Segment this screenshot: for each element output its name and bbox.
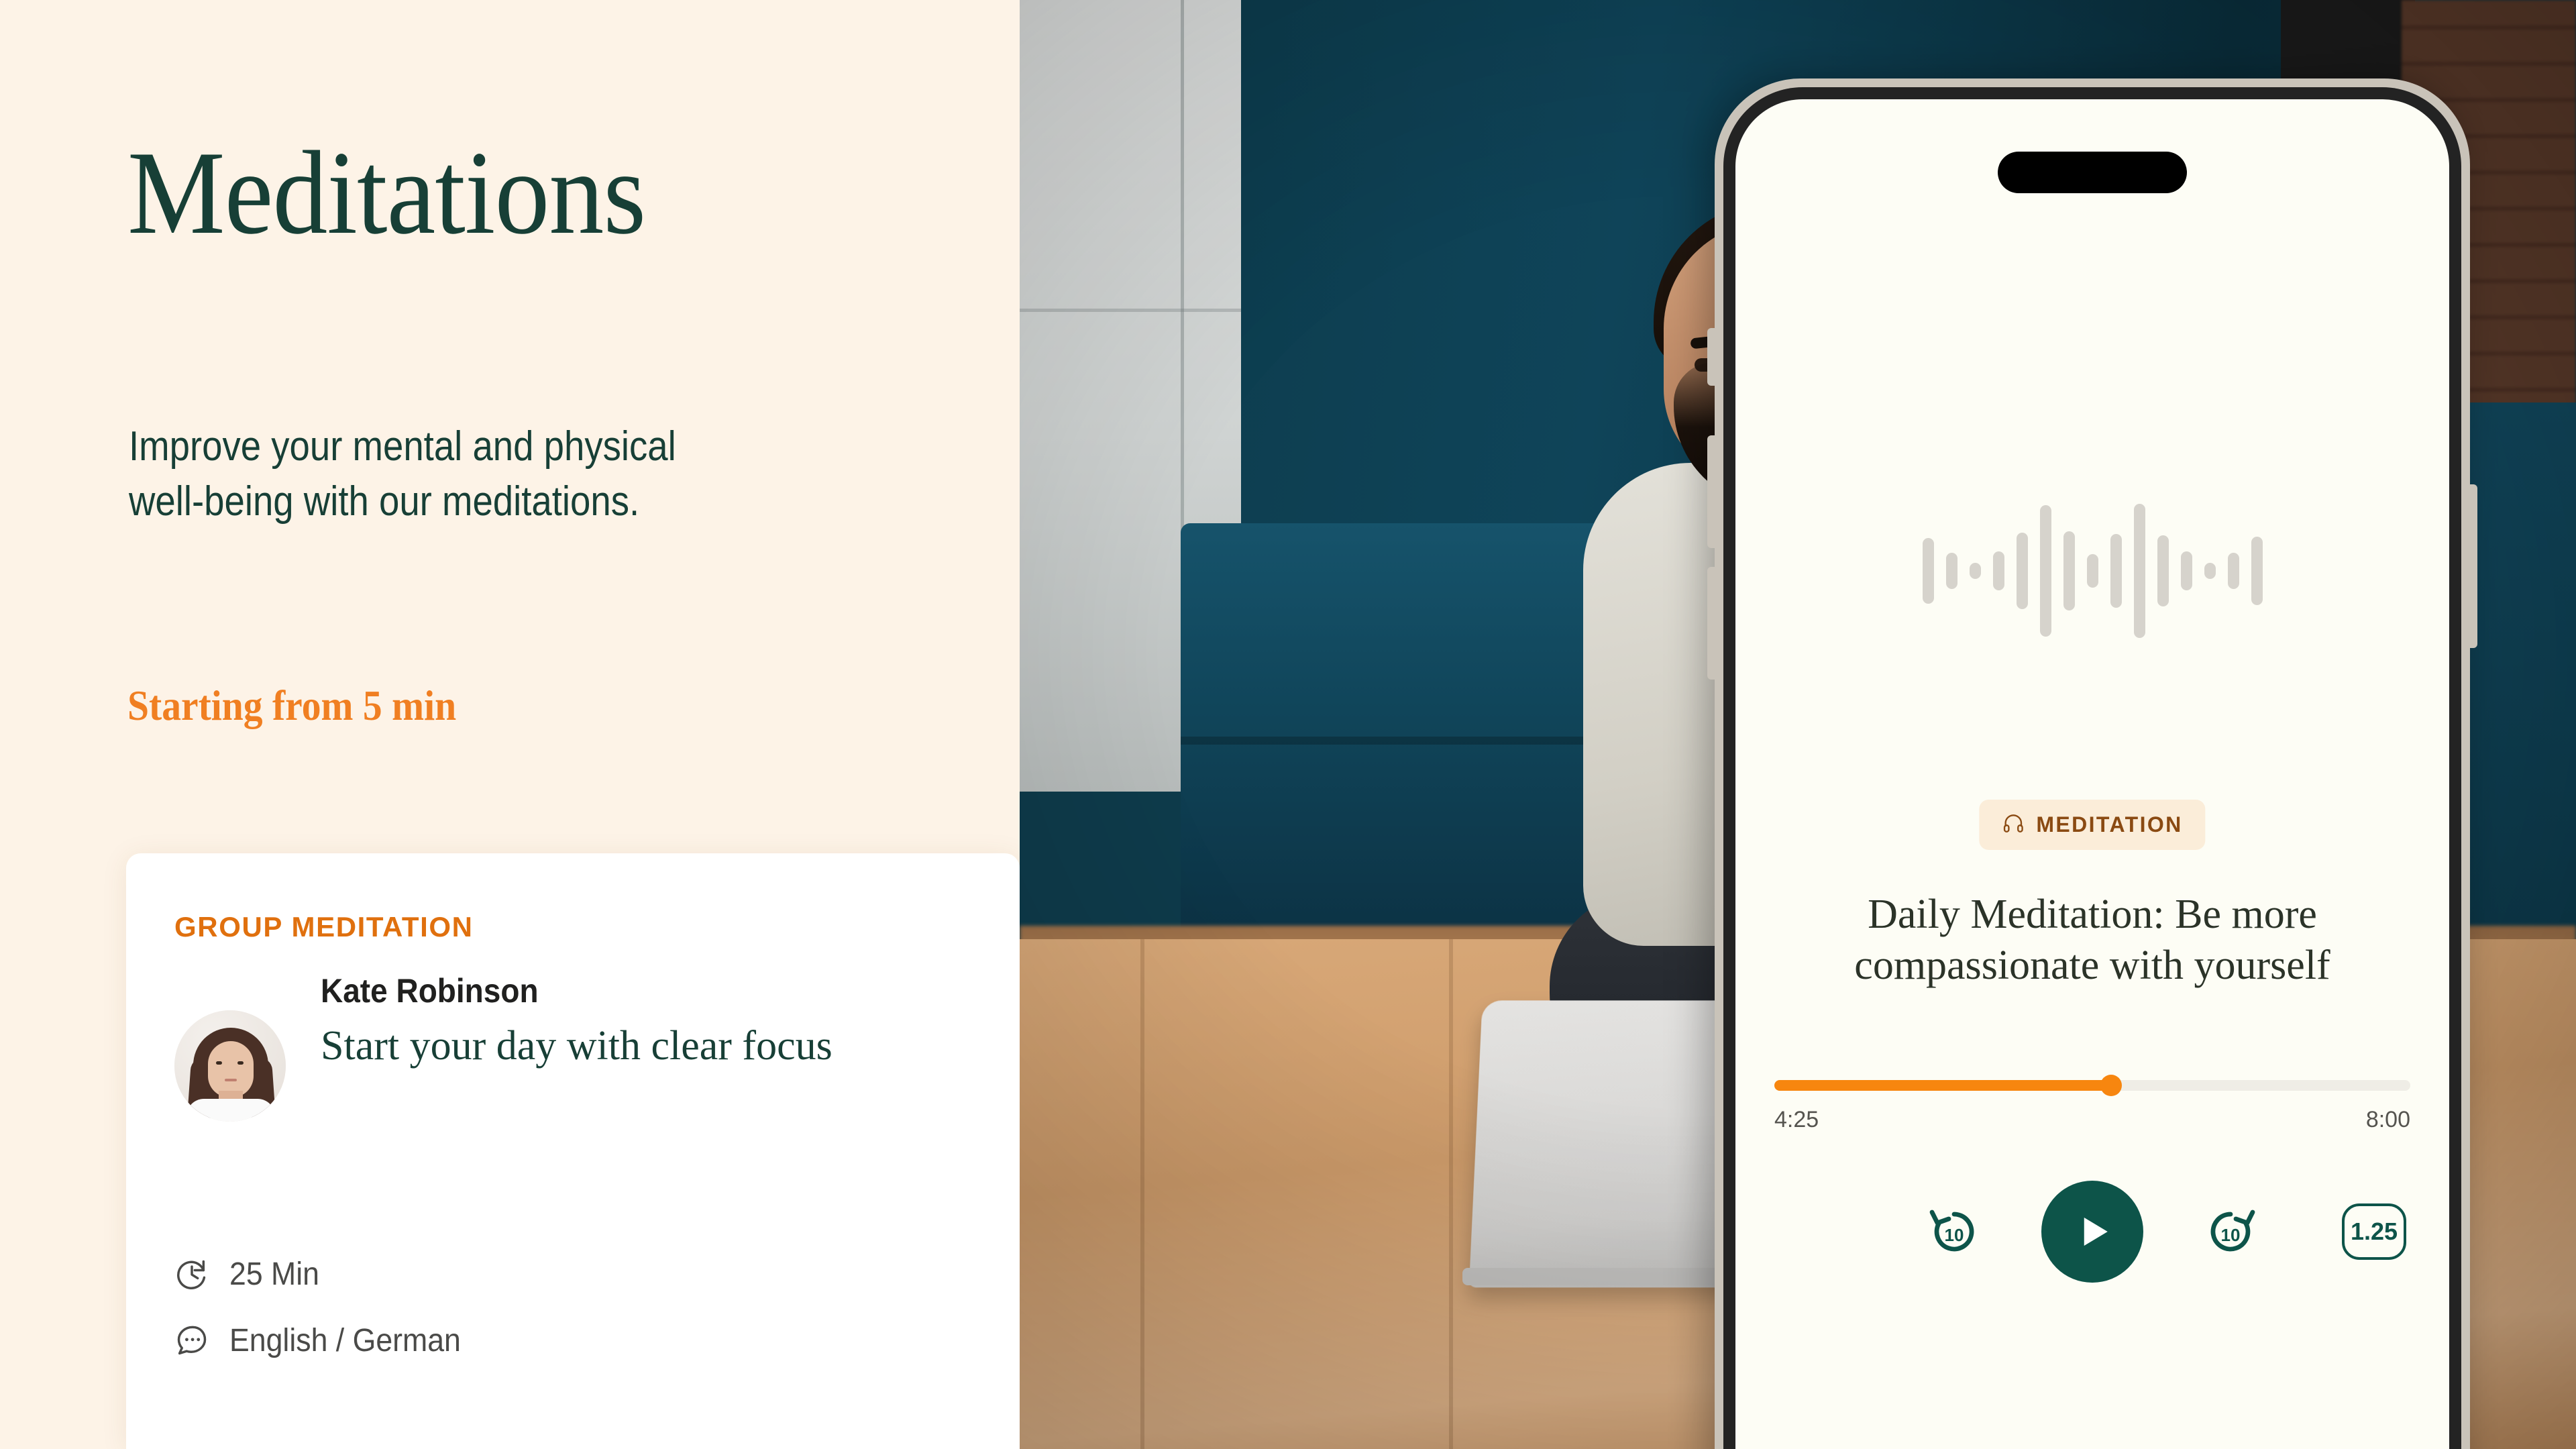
meta-language-label: English / German [229,1323,461,1358]
waveform-bar [2016,532,2028,610]
playback-speed-button[interactable]: 1.25 [2342,1203,2406,1260]
volume-up-button[interactable] [1707,435,1716,548]
phone-mockup: MEDITATION Daily Meditation: Be more com… [1707,78,2477,1449]
waveform-bar [2086,554,2098,588]
waveform-bar [1969,562,1981,580]
waveform-bar [1992,551,2004,590]
headphones-icon [2002,812,2025,838]
play-icon [2084,1218,2108,1246]
phone-screen: MEDITATION Daily Meditation: Be more com… [1735,99,2449,1449]
group-meditation-card[interactable]: GROUP MEDITATION Kate Robinson Start you… [126,853,1020,1449]
progress-slider[interactable] [1774,1075,2410,1096]
meta-duration: 25 Min [174,1256,478,1293]
volume-down-button[interactable] [1707,567,1716,680]
power-button[interactable] [2469,484,2477,648]
forward-10-button[interactable]: 10 [2201,1202,2260,1261]
avatar [174,1010,286,1122]
waveform-bar [2227,553,2239,589]
playback-speed-label: 1.25 [2350,1218,2398,1245]
waveform-bar [2063,531,2075,611]
player-controls: 10 10 1.25 [1774,1181,2410,1308]
session-title: Start your day with clear focus [321,1023,833,1069]
instructor-name: Kate Robinson [321,972,539,1010]
waveform-bar [2110,533,2122,608]
waveform-bar [2039,504,2051,637]
dynamic-island [1998,152,2187,193]
waveform-bar [2133,503,2145,639]
speech-bubble-icon [174,1324,209,1358]
hero-subtitle: Improve your mental and physical well-be… [129,423,676,525]
left-hero-panel: Meditations Improve your mental and phys… [0,0,1020,1449]
waveform-bar [2204,562,2216,580]
meta-duration-label: 25 Min [229,1256,319,1292]
card-meta-list: 25 Min English / German [174,1256,478,1389]
waveform-bar [2251,536,2263,606]
meditation-badge: MEDITATION [1979,800,2206,850]
current-time: 4:25 [1774,1107,1819,1132]
waveform-bar [2180,551,2192,590]
total-time: 8:00 [2365,1107,2410,1132]
progress-section: 4:25 8:00 [1774,1075,2410,1133]
svg-text:10: 10 [1945,1225,1964,1245]
track-title: Daily Meditation: Be more compassionate … [1854,892,2330,988]
mute-switch[interactable] [1707,328,1716,386]
card-category-label: GROUP MEDITATION [174,911,474,943]
waveform-bar [1922,537,1934,604]
progress-fill [1774,1080,2112,1091]
rewind-10-button[interactable]: 10 [1925,1202,1984,1261]
progress-thumb[interactable] [2100,1075,2123,1096]
audio-waveform [1735,500,2449,641]
waveform-bar [1945,553,1957,589]
badge-label: MEDITATION [2036,812,2183,837]
page-title: Meditations [127,126,646,259]
clock-icon [174,1257,209,1292]
time-row: 4:25 8:00 [1774,1107,2410,1133]
svg-text:10: 10 [2221,1225,2241,1245]
starting-from-label: Starting from 5 min [127,682,457,729]
play-button[interactable] [2041,1181,2143,1283]
waveform-bar [2157,535,2169,607]
meta-language: English / German [174,1322,478,1359]
